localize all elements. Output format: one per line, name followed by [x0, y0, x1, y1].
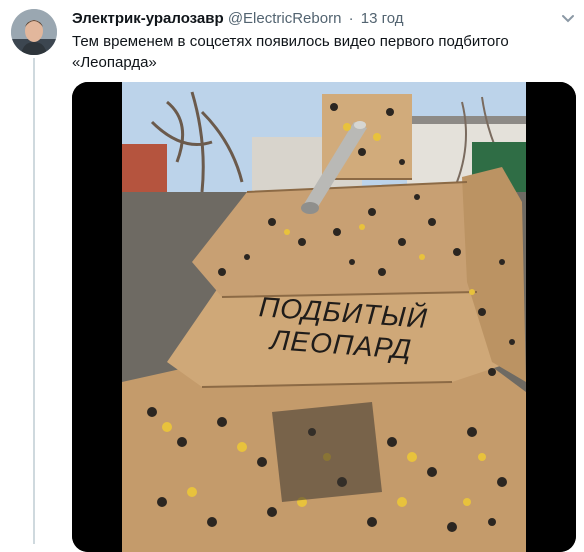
avatar[interactable]	[11, 9, 57, 55]
tweet-media[interactable]: ПОДБИТЫЙ ЛЕОПАРД	[72, 82, 576, 552]
chevron-down-icon	[562, 15, 574, 23]
tweet-header: Электрик-уралозавр @ElectricReborn · 13 …	[72, 9, 576, 29]
separator: ·	[348, 10, 354, 27]
author-name[interactable]: Электрик-уралозавр	[72, 10, 224, 27]
media-image: ПОДБИТЫЙ ЛЕОПАРД	[72, 82, 576, 552]
more-options-button[interactable]	[558, 8, 578, 28]
author-handle[interactable]: @ElectricReborn	[228, 10, 342, 27]
tweet-text: Тем временем в соцсетях появилось видео …	[72, 33, 509, 71]
timestamp[interactable]: 13 год	[361, 10, 404, 27]
thread-line	[33, 58, 35, 544]
